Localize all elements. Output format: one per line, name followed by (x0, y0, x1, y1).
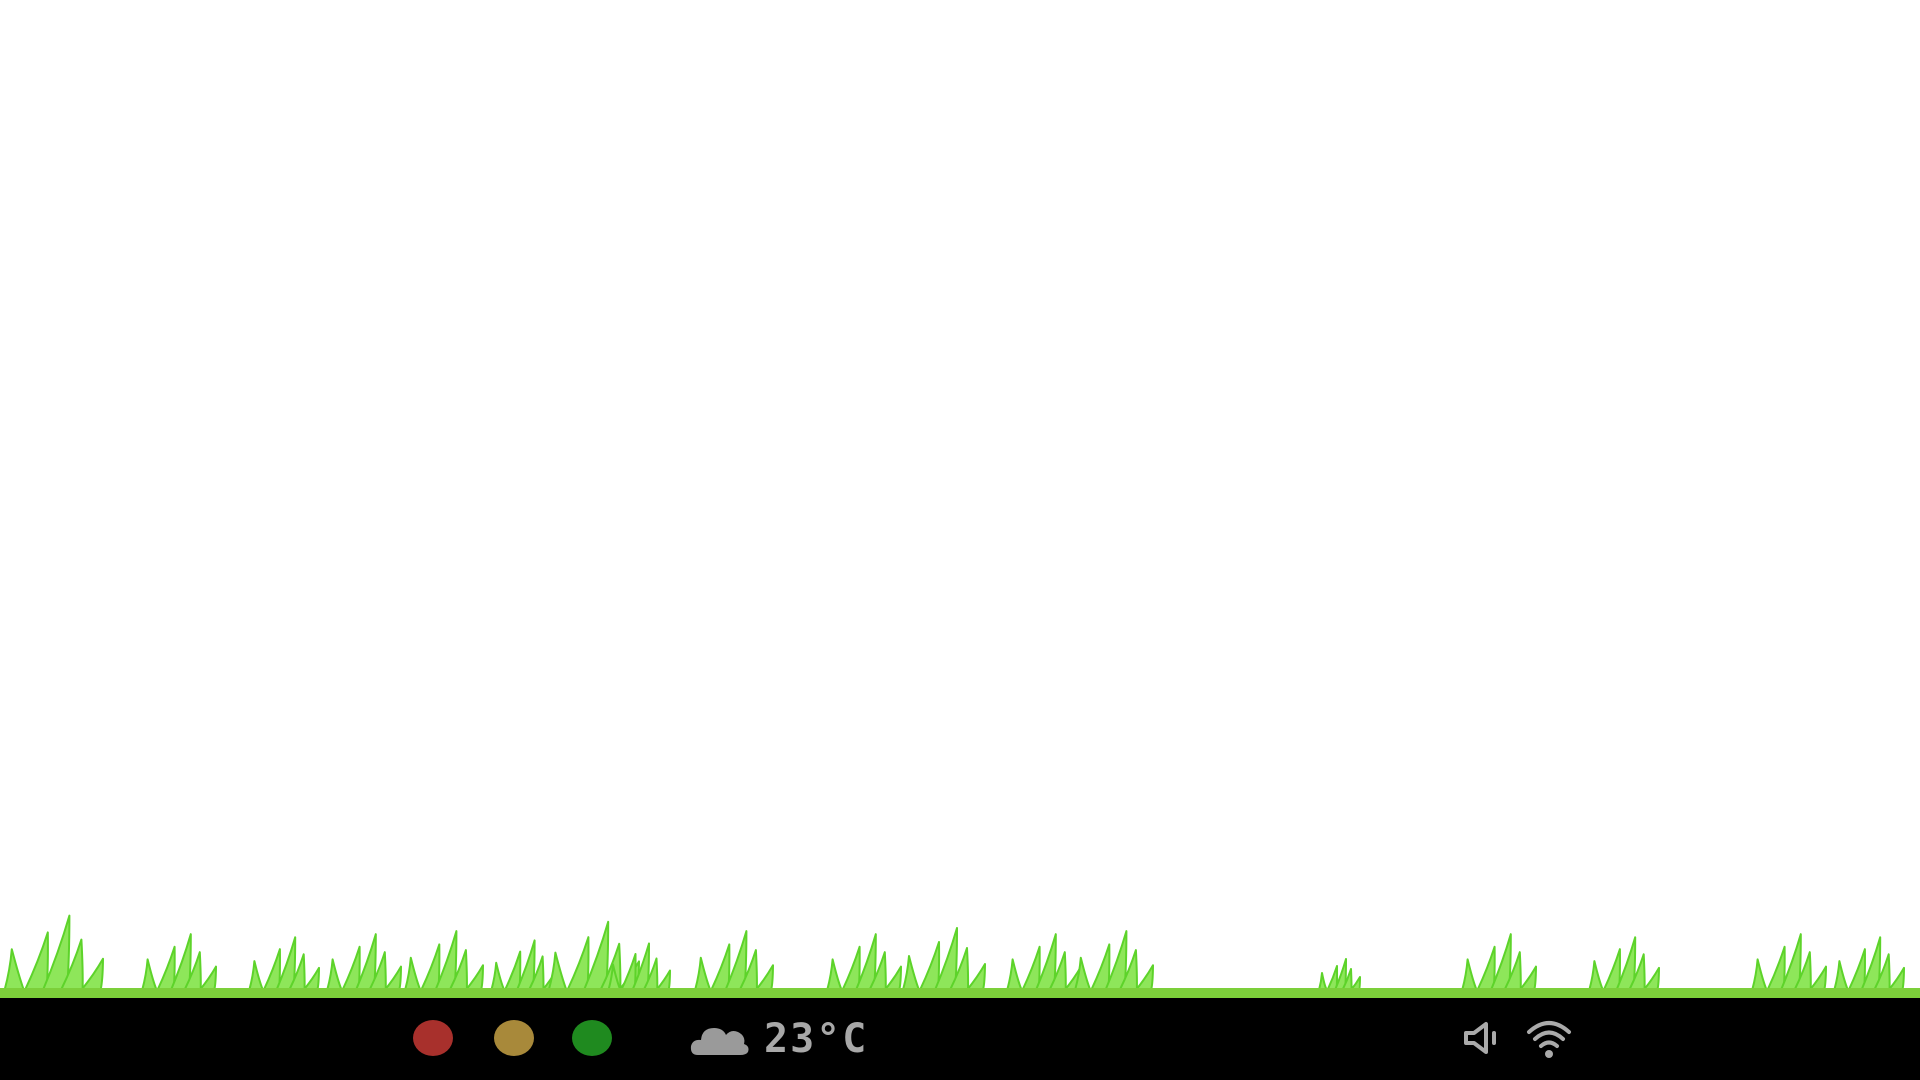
desktop (0, 0, 1920, 998)
grass-blade (464, 964, 484, 991)
grass-blade (504, 950, 522, 991)
grass-blade (902, 955, 920, 991)
grass-decoration (0, 914, 1920, 998)
amber-dot-button[interactable] (494, 1020, 534, 1056)
grass-blade (24, 931, 49, 991)
grass-blade (156, 945, 176, 991)
grass-blade (141, 958, 158, 991)
grass-blade (754, 964, 774, 991)
grass-blade (1751, 958, 1768, 991)
red-dot-button[interactable] (413, 1020, 453, 1056)
temperature-label: 23°C (764, 1016, 869, 1062)
grass-blade (1021, 945, 1041, 991)
grass-blade (302, 966, 320, 991)
grass-blade (841, 945, 861, 991)
green-dot-button[interactable] (572, 1020, 612, 1056)
grass-blade (1318, 972, 1328, 991)
grass-blade (490, 961, 506, 991)
grass-blade (826, 958, 843, 991)
grass-blade (694, 956, 712, 991)
grass-blade (620, 953, 637, 991)
grass-blade (547, 951, 568, 991)
grass-blade (1461, 958, 1478, 991)
grass-blade (198, 965, 217, 991)
wifi-icon[interactable] (1524, 1016, 1574, 1060)
grass-blade (1833, 960, 1849, 991)
grass-blade (341, 945, 361, 991)
grass-blade (919, 941, 941, 991)
grass-blade (966, 963, 986, 991)
grass-blade (1588, 960, 1604, 991)
grass-blade (3, 948, 25, 991)
grass-blade (1006, 958, 1023, 991)
grass-blade (248, 960, 264, 991)
weather-widget[interactable]: 23°C (690, 1014, 868, 1064)
grass-blade (710, 943, 731, 991)
grass-blade (566, 936, 590, 991)
grass-blade (420, 943, 441, 991)
grass-blade (1642, 966, 1660, 991)
grass-blade (1602, 948, 1621, 991)
speaker-muted-icon[interactable] (1460, 1016, 1504, 1060)
grass-blade (80, 957, 104, 991)
grass-blade (1887, 966, 1905, 991)
grass-blade (383, 965, 402, 991)
grass-blade (1518, 965, 1537, 991)
grass-blade (1476, 945, 1496, 991)
grass-blade (1766, 945, 1786, 991)
grass-blade (1808, 965, 1827, 991)
taskbar: 23°C (0, 998, 1920, 1080)
grass-blade (1847, 948, 1866, 991)
grass-blade (1134, 964, 1154, 991)
grass-blade (883, 965, 902, 991)
grass-blade (326, 958, 343, 991)
grass-blade (1090, 943, 1111, 991)
grass-tufts (3, 914, 1905, 991)
cloud-icon (690, 1028, 749, 1055)
ground-line (0, 988, 1920, 998)
grass-blade (404, 956, 422, 991)
grass-blade (262, 948, 281, 991)
grass-blade (655, 969, 671, 991)
